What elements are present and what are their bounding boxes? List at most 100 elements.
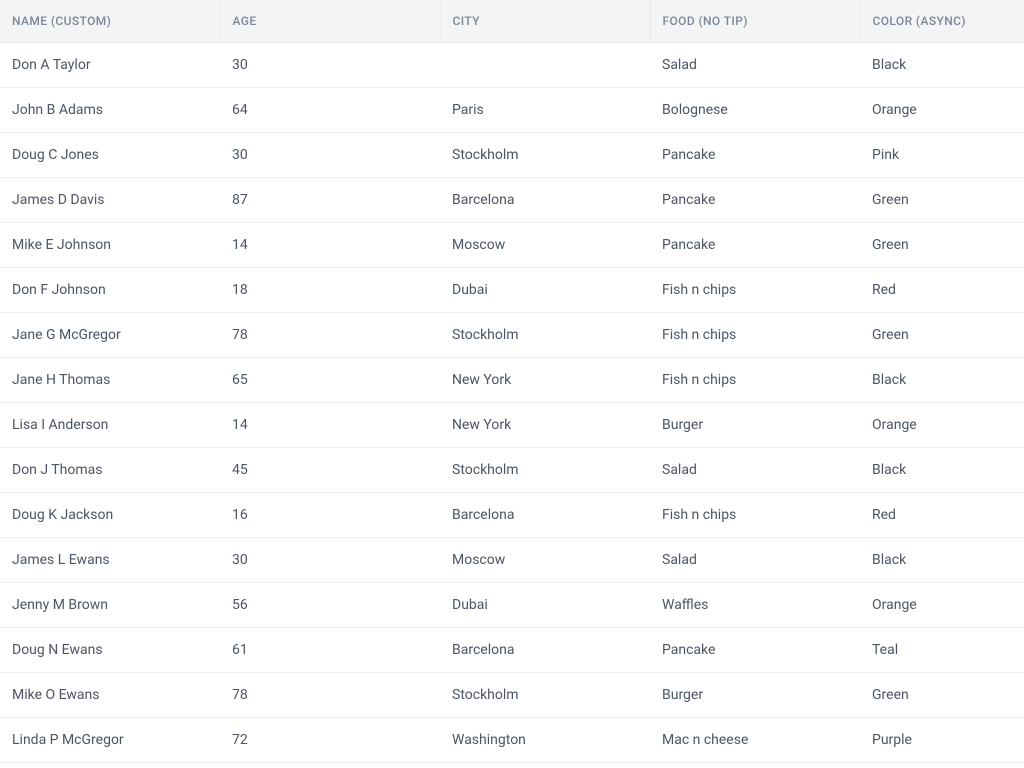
table-row[interactable]: Lisa I Anderson14New YorkBurgerOrange <box>0 403 1024 448</box>
cell-food: Pancake <box>650 223 860 268</box>
table-body: Don A Taylor30SaladBlackJohn B Adams64Pa… <box>0 43 1024 763</box>
cell-age: 72 <box>220 718 440 763</box>
table-row[interactable]: Jenny M Brown56DubaiWafflesOrange <box>0 583 1024 628</box>
cell-color: Orange <box>860 403 1024 448</box>
cell-city: Barcelona <box>440 178 650 223</box>
cell-color: Black <box>860 538 1024 583</box>
cell-food: Fish n chips <box>650 268 860 313</box>
cell-age: 61 <box>220 628 440 673</box>
cell-age: 16 <box>220 493 440 538</box>
cell-name: John B Adams <box>0 88 220 133</box>
cell-name: James D Davis <box>0 178 220 223</box>
cell-city: Dubai <box>440 268 650 313</box>
table-row[interactable]: Mike E Johnson14MoscowPancakeGreen <box>0 223 1024 268</box>
cell-food: Burger <box>650 673 860 718</box>
cell-food: Burger <box>650 403 860 448</box>
cell-city: Paris <box>440 88 650 133</box>
cell-age: 14 <box>220 223 440 268</box>
cell-food: Pancake <box>650 178 860 223</box>
cell-color: Teal <box>860 628 1024 673</box>
cell-name: Linda P McGregor <box>0 718 220 763</box>
cell-name: Doug C Jones <box>0 133 220 178</box>
cell-name: Don A Taylor <box>0 43 220 88</box>
table-row[interactable]: Doug N Ewans61BarcelonaPancakeTeal <box>0 628 1024 673</box>
cell-color: Orange <box>860 88 1024 133</box>
cell-name: Jenny M Brown <box>0 583 220 628</box>
cell-food: Salad <box>650 43 860 88</box>
cell-age: 30 <box>220 43 440 88</box>
col-header-name[interactable]: NAME (CUSTOM) <box>0 0 220 43</box>
cell-food: Fish n chips <box>650 313 860 358</box>
cell-name: Mike E Johnson <box>0 223 220 268</box>
cell-name: James L Ewans <box>0 538 220 583</box>
cell-city: Stockholm <box>440 448 650 493</box>
cell-food: Fish n chips <box>650 358 860 403</box>
col-header-age[interactable]: AGE <box>220 0 440 43</box>
cell-age: 78 <box>220 673 440 718</box>
cell-color: Purple <box>860 718 1024 763</box>
cell-color: Red <box>860 268 1024 313</box>
col-header-food[interactable]: FOOD (NO TIP) <box>650 0 860 43</box>
table-row[interactable]: Linda P McGregor72WashingtonMac n cheese… <box>0 718 1024 763</box>
col-header-color[interactable]: COLOR (ASYNC) <box>860 0 1024 43</box>
cell-age: 78 <box>220 313 440 358</box>
cell-age: 14 <box>220 403 440 448</box>
cell-name: Jane H Thomas <box>0 358 220 403</box>
cell-name: Jane G McGregor <box>0 313 220 358</box>
cell-name: Lisa I Anderson <box>0 403 220 448</box>
cell-city: Stockholm <box>440 673 650 718</box>
cell-name: Don F Johnson <box>0 268 220 313</box>
cell-color: Pink <box>860 133 1024 178</box>
table-row[interactable]: Jane H Thomas65New YorkFish n chipsBlack <box>0 358 1024 403</box>
data-table: NAME (CUSTOM) AGE CITY FOOD (NO TIP) COL… <box>0 0 1024 763</box>
cell-age: 65 <box>220 358 440 403</box>
cell-food: Salad <box>650 448 860 493</box>
table-row[interactable]: Jane G McGregor78StockholmFish n chipsGr… <box>0 313 1024 358</box>
cell-age: 30 <box>220 538 440 583</box>
cell-color: Green <box>860 178 1024 223</box>
cell-color: Green <box>860 223 1024 268</box>
cell-color: Green <box>860 673 1024 718</box>
cell-color: Black <box>860 43 1024 88</box>
cell-age: 18 <box>220 268 440 313</box>
cell-food: Bolognese <box>650 88 860 133</box>
cell-food: Salad <box>650 538 860 583</box>
cell-name: Doug N Ewans <box>0 628 220 673</box>
cell-color: Black <box>860 448 1024 493</box>
table-row[interactable]: James D Davis87BarcelonaPancakeGreen <box>0 178 1024 223</box>
table-row[interactable]: Don J Thomas45StockholmSaladBlack <box>0 448 1024 493</box>
cell-name: Doug K Jackson <box>0 493 220 538</box>
cell-city: Barcelona <box>440 493 650 538</box>
table-row[interactable]: Doug C Jones30StockholmPancakePink <box>0 133 1024 178</box>
cell-food: Mac n cheese <box>650 718 860 763</box>
cell-name: Mike O Ewans <box>0 673 220 718</box>
cell-age: 64 <box>220 88 440 133</box>
cell-food: Pancake <box>650 628 860 673</box>
cell-name: Don J Thomas <box>0 448 220 493</box>
col-header-city[interactable]: CITY <box>440 0 650 43</box>
cell-color: Red <box>860 493 1024 538</box>
table-row[interactable]: James L Ewans30MoscowSaladBlack <box>0 538 1024 583</box>
cell-city <box>440 43 650 88</box>
table-row[interactable]: Don A Taylor30 SaladBlack <box>0 43 1024 88</box>
cell-city: Barcelona <box>440 628 650 673</box>
cell-food: Waffles <box>650 583 860 628</box>
cell-food: Pancake <box>650 133 860 178</box>
cell-city: New York <box>440 403 650 448</box>
cell-color: Black <box>860 358 1024 403</box>
cell-city: Stockholm <box>440 313 650 358</box>
cell-color: Green <box>860 313 1024 358</box>
table-row[interactable]: John B Adams64ParisBologneseOrange <box>0 88 1024 133</box>
table-row[interactable]: Don F Johnson18DubaiFish n chipsRed <box>0 268 1024 313</box>
cell-age: 30 <box>220 133 440 178</box>
cell-city: Washington <box>440 718 650 763</box>
table-row[interactable]: Mike O Ewans78StockholmBurgerGreen <box>0 673 1024 718</box>
cell-age: 87 <box>220 178 440 223</box>
cell-city: New York <box>440 358 650 403</box>
cell-age: 45 <box>220 448 440 493</box>
table-header: NAME (CUSTOM) AGE CITY FOOD (NO TIP) COL… <box>0 0 1024 43</box>
cell-food: Fish n chips <box>650 493 860 538</box>
cell-city: Stockholm <box>440 133 650 178</box>
cell-city: Moscow <box>440 223 650 268</box>
table-row[interactable]: Doug K Jackson16BarcelonaFish n chipsRed <box>0 493 1024 538</box>
